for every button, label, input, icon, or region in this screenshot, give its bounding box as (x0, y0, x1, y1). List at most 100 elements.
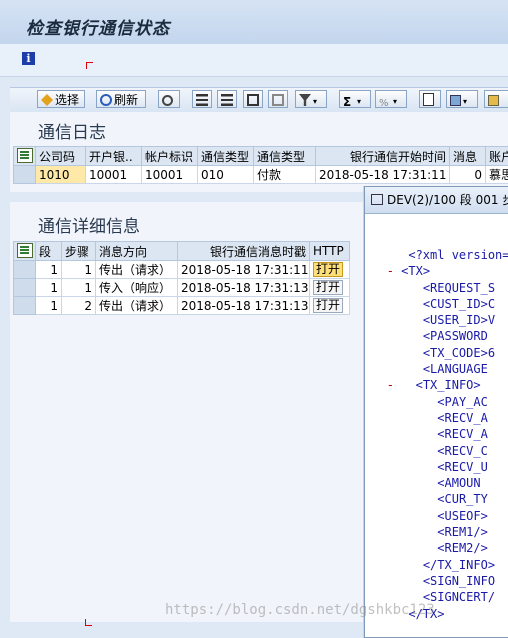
window-icon (371, 194, 383, 205)
comm-type-text-cell: 付款 (254, 166, 316, 184)
select-button[interactable]: 选择 (37, 90, 85, 108)
xml-line: <CUST_ID>C (365, 296, 508, 312)
details-button[interactable] (158, 90, 180, 108)
xml-popup-window[interactable]: DEV(2)/100 段 001 步 <?xml version=" - <TX… (364, 186, 508, 638)
xml-indent (394, 346, 423, 360)
xml-line: <RECV_A (365, 426, 508, 442)
xml-gutter (365, 525, 394, 539)
xml-gutter (365, 297, 394, 311)
row-selector[interactable] (14, 297, 36, 315)
column-header[interactable]: 银行通信开始时间 (316, 147, 450, 166)
xml-line: <USER_ID>V (365, 312, 508, 328)
column-header[interactable]: 银行通信消息时戳 (178, 242, 310, 261)
xml-text: <RECV_A (437, 411, 488, 425)
info-icon[interactable]: i (22, 52, 35, 65)
export-button[interactable]: ▾ (446, 90, 478, 108)
xml-gutter (365, 346, 394, 360)
direction-cell: 传入（响应） (96, 279, 178, 297)
company-code-cell[interactable]: 1010 (36, 166, 86, 184)
popup-title-bar[interactable]: DEV(2)/100 段 001 步 (365, 187, 508, 214)
xml-gutter (365, 281, 394, 295)
layout-icon (488, 95, 499, 106)
collapse-toggle[interactable]: - (387, 378, 394, 392)
timestamp-cell: 2018-05-18 17:31:11 (178, 261, 310, 279)
column-header[interactable]: 公司码 (36, 147, 86, 166)
xml-line: <REM1/> (365, 524, 508, 540)
xml-gutter (365, 329, 394, 343)
column-header[interactable]: 消息方向 (96, 242, 178, 261)
sum-button[interactable]: Σ▾ (339, 90, 371, 108)
xml-line: <AMOUN (365, 475, 508, 491)
log-table: 公司码 开户银.. 帐户标识 通信类型 通信类型 银行通信开始时间 消息 账户 … (13, 146, 508, 184)
collapse-toggle[interactable]: - (387, 264, 394, 278)
column-header[interactable]: 账户 (486, 147, 508, 166)
column-config-button[interactable] (14, 242, 36, 261)
direction-cell: 传出（请求） (96, 261, 178, 279)
open-http-button[interactable]: 打开 (313, 298, 343, 313)
start-time-cell: 2018-05-18 17:31:11 (316, 166, 450, 184)
find-button[interactable] (243, 90, 263, 108)
column-header[interactable]: 通信类型 (254, 147, 316, 166)
xml-text: <?xml version=" (408, 248, 508, 262)
detail-table-header: 段 步骤 消息方向 银行通信消息时戳 HTTP (14, 242, 350, 261)
column-config-button[interactable] (14, 147, 36, 166)
log-table-header: 公司码 开户银.. 帐户标识 通信类型 通信类型 银行通信开始时间 消息 账户 (14, 147, 508, 166)
xml-line: <CUR_TY (365, 491, 508, 507)
xml-text: <SIGN_INFO (423, 574, 495, 588)
layout-button[interactable] (484, 90, 508, 108)
dropdown-arrow-icon: ▾ (313, 97, 317, 106)
column-header[interactable]: 段 (36, 242, 62, 261)
table-row[interactable]: 1 1 传出（请求） 2018-05-18 17:31:11 打开 (14, 261, 350, 279)
column-header[interactable]: 步骤 (62, 242, 96, 261)
log-section-title: 通信日志 (38, 118, 106, 143)
xml-text: <USER_ID>V (423, 313, 495, 327)
xml-text: <RECV_C (437, 444, 488, 458)
column-header[interactable]: 通信类型 (198, 147, 254, 166)
row-selector[interactable] (14, 166, 36, 184)
xml-gutter (365, 378, 387, 392)
column-header[interactable]: HTTP (310, 242, 350, 261)
xml-indent (394, 558, 423, 572)
table-row[interactable]: 1010 10001 10001 010 付款 2018-05-18 17:31… (14, 166, 508, 184)
xml-line: </TX_INFO> (365, 557, 508, 573)
print-preview-button[interactable] (419, 90, 441, 108)
xml-indent (394, 574, 423, 588)
xml-indent (394, 362, 423, 376)
xml-gutter (365, 313, 394, 327)
xml-indent (394, 297, 423, 311)
open-http-button[interactable]: 打开 (313, 262, 343, 277)
sort-ascending-button[interactable] (192, 90, 212, 108)
xml-text: <LANGUAGE (423, 362, 488, 376)
red-corner-marker (86, 62, 93, 69)
watermark: https://blog.csdn.net/dgshkbc123 (165, 602, 435, 618)
column-header[interactable]: 帐户标识 (142, 147, 198, 166)
table-row[interactable]: 1 2 传出（请求） 2018-05-18 17:31:13 打开 (14, 297, 350, 315)
column-header[interactable]: 开户银.. (86, 147, 142, 166)
xml-gutter (365, 574, 394, 588)
xml-text: <REM1/> (437, 525, 488, 539)
step-cell: 2 (62, 297, 96, 315)
column-header[interactable]: 消息 (450, 147, 486, 166)
title-bar: 检查银行通信状态 (0, 0, 508, 45)
table-row[interactable]: 1 1 传入（响应） 2018-05-18 17:31:13 打开 (14, 279, 350, 297)
open-http-button[interactable]: 打开 (313, 280, 343, 295)
xml-viewer[interactable]: <?xml version=" - <TX> <REQUEST_S <CUST_… (365, 247, 508, 622)
export-icon (450, 95, 461, 106)
sigma-icon: Σ (343, 96, 355, 108)
filter-button[interactable]: ▾ (295, 90, 327, 108)
subtotal-icon: % (379, 98, 391, 110)
xml-text: <RECV_A (437, 427, 488, 441)
xml-text: <CUST_ID>C (423, 297, 495, 311)
xml-gutter (365, 460, 394, 474)
bank-cell: 10001 (86, 166, 142, 184)
refresh-button[interactable]: 刷新 (96, 90, 146, 108)
sort-descending-icon (221, 94, 233, 106)
find-next-button[interactable] (268, 90, 288, 108)
row-selector[interactable] (14, 279, 36, 297)
row-selector[interactable] (14, 261, 36, 279)
xml-gutter (365, 248, 394, 262)
subtotal-button[interactable]: %▾ (375, 90, 407, 108)
xml-indent (394, 525, 437, 539)
sort-descending-button[interactable] (217, 90, 237, 108)
page-title: 检查银行通信状态 (26, 14, 170, 39)
